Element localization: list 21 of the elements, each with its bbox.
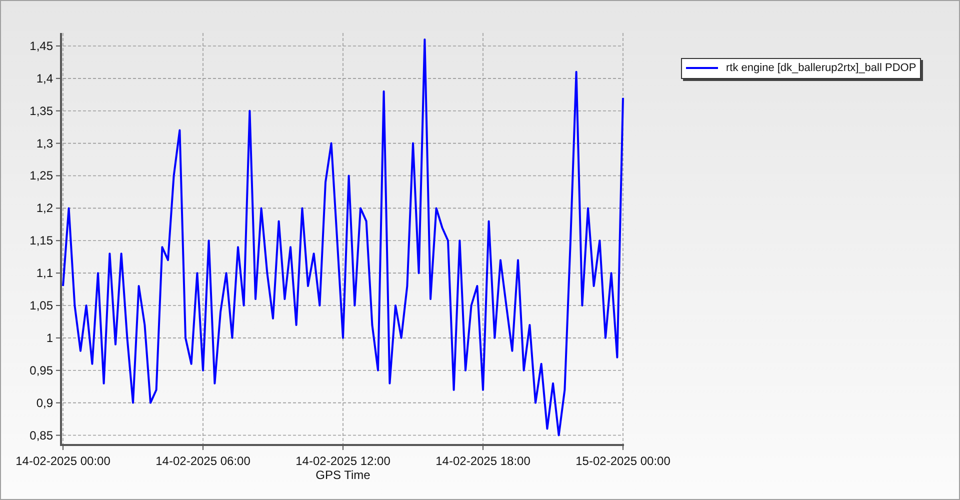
- axis-tick-label: 1,3: [36, 136, 53, 150]
- axis-tick-label: 1,4: [36, 71, 53, 86]
- axis-tick-label: 14-02-2025 00:00: [16, 454, 110, 468]
- axis-tick-label: 1,15: [30, 234, 53, 248]
- axis-tick-label: 1,45: [30, 38, 53, 53]
- axis-tick-label: 0,85: [30, 428, 53, 442]
- axis-tick-label: 14-02-2025 18:00: [436, 454, 530, 468]
- axis-tick-label: 1,35: [30, 104, 53, 118]
- axis-tick-label: 0,9: [36, 396, 53, 410]
- axis-tick-label: 0,95: [30, 363, 53, 378]
- axis-tick-label: 14-02-2025 12:00: [296, 454, 390, 468]
- axis-title: GPS Time: [316, 468, 370, 482]
- axis-tick-label: 14-02-2025 06:00: [156, 454, 250, 468]
- axis-tick-label: 1: [46, 330, 53, 345]
- legend-label: rtk engine [dk_ballerup2rtx]_ball PDOP: [726, 61, 916, 76]
- axis-tick-label: 15-02-2025 00:00: [576, 454, 670, 468]
- axis-tick-label: 1,25: [30, 168, 53, 183]
- legend-line-icon: [686, 66, 718, 70]
- axis-tick-label: 1,2: [36, 201, 53, 216]
- axis-tick-label: 1,1: [36, 266, 53, 280]
- axis-tick-label: 1,05: [30, 298, 53, 312]
